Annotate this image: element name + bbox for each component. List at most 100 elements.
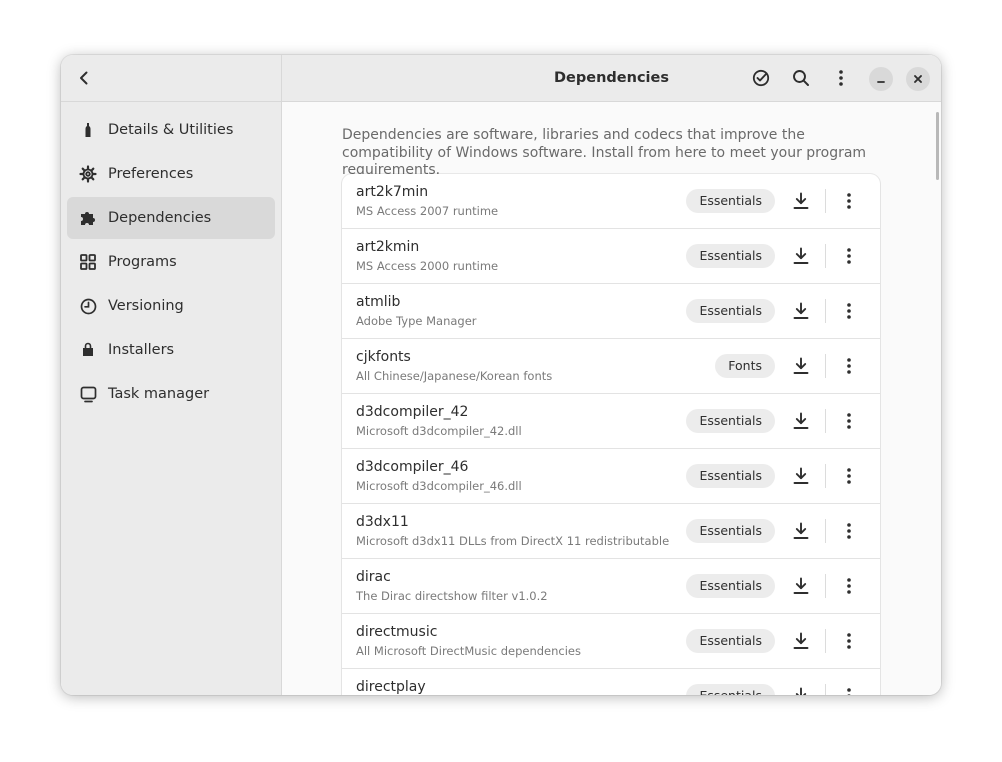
install-button[interactable]: [788, 573, 814, 599]
select-mode-button[interactable]: [746, 63, 776, 93]
download-icon: [793, 632, 809, 649]
dependency-description: All Microsoft DirectMusic dependencies: [356, 644, 581, 658]
dependency-description: Microsoft d3dx11 DLLs from DirectX 11 re…: [356, 534, 670, 548]
kebab-menu-icon: [847, 523, 851, 539]
install-button[interactable]: [788, 683, 814, 695]
main-menu-button[interactable]: [826, 63, 856, 93]
minimize-button[interactable]: [869, 67, 893, 91]
check-circle-icon: [752, 69, 770, 87]
divider: [825, 464, 826, 488]
sidebar-item-programs[interactable]: Programs: [67, 241, 275, 283]
sidebar-item-label: Details & Utilities: [108, 122, 234, 138]
dependency-row[interactable]: dirac The Dirac directshow filter v1.0.2…: [342, 559, 880, 614]
install-button[interactable]: [788, 518, 814, 544]
install-button[interactable]: [788, 408, 814, 434]
install-button[interactable]: [788, 463, 814, 489]
row-menu-button[interactable]: [836, 408, 862, 434]
category-badge: Essentials: [686, 574, 775, 598]
category-badge: Essentials: [686, 519, 775, 543]
dependency-description: Microsoft d3dcompiler_46.dll: [356, 479, 522, 493]
history-icon: [79, 297, 97, 315]
kebab-menu-icon: [847, 303, 851, 319]
kebab-menu-icon: [847, 578, 851, 594]
category-badge: Essentials: [686, 409, 775, 433]
dependency-name: d3dx11: [356, 514, 409, 530]
row-menu-button[interactable]: [836, 518, 862, 544]
install-button[interactable]: [788, 353, 814, 379]
search-button[interactable]: [786, 63, 816, 93]
dependency-name: directmusic: [356, 624, 438, 640]
sidebar-item-dependencies[interactable]: Dependencies: [67, 197, 275, 239]
sidebar-item-label: Dependencies: [108, 210, 212, 226]
gear-icon: [79, 165, 97, 183]
dependency-row[interactable]: cjkfonts All Chinese/Japanese/Korean fon…: [342, 339, 880, 394]
dependency-row[interactable]: directmusic All Microsoft DirectMusic de…: [342, 614, 880, 669]
dependency-name: d3dcompiler_46: [356, 459, 469, 475]
dependency-description: MS Access 2007 runtime: [356, 204, 499, 218]
row-menu-button[interactable]: [836, 353, 862, 379]
bottle-icon: [79, 121, 97, 139]
kebab-menu-icon: [847, 688, 851, 695]
divider: [825, 519, 826, 543]
dependency-row[interactable]: d3dx11 Microsoft d3dx11 DLLs from Direct…: [342, 504, 880, 559]
download-icon: [793, 467, 809, 484]
category-badge: Fonts: [715, 354, 775, 378]
dependency-row[interactable]: art2k7min MS Access 2007 runtime Essenti…: [342, 174, 880, 229]
install-button[interactable]: [788, 243, 814, 269]
close-button[interactable]: [906, 67, 930, 91]
sidebar-item-versioning[interactable]: Versioning: [67, 285, 275, 327]
sidebar-item-label: Preferences: [108, 166, 194, 182]
category-badge: Essentials: [686, 684, 775, 695]
dependency-row[interactable]: directplay Essentials: [342, 669, 880, 695]
category-badge: Essentials: [686, 189, 775, 213]
divider: [825, 354, 826, 378]
dependency-name: art2kmin: [356, 239, 420, 255]
install-button[interactable]: [788, 188, 814, 214]
monitor-icon: [79, 385, 97, 403]
download-icon: [793, 412, 809, 429]
row-menu-button[interactable]: [836, 188, 862, 214]
category-badge: Essentials: [686, 464, 775, 488]
divider: [825, 629, 826, 653]
row-menu-button[interactable]: [836, 463, 862, 489]
install-button[interactable]: [788, 298, 814, 324]
dependency-name: dirac: [356, 569, 391, 585]
dependency-description: MS Access 2000 runtime: [356, 259, 499, 273]
sidebar-item-label: Versioning: [108, 298, 184, 314]
sidebar-nav: Details & Utilities Preferences Dependen…: [61, 102, 281, 415]
dependency-name: cjkfonts: [356, 349, 411, 365]
sidebar-item-task-manager[interactable]: Task manager: [67, 373, 275, 415]
sidebar-item-preferences[interactable]: Preferences: [67, 153, 275, 195]
scrollbar-thumb[interactable]: [936, 112, 939, 180]
kebab-menu-icon: [847, 413, 851, 429]
dependency-row[interactable]: atmlib Adobe Type Manager Essentials: [342, 284, 880, 339]
category-badge: Essentials: [686, 244, 775, 268]
divider: [825, 299, 826, 323]
divider: [825, 684, 826, 695]
divider: [825, 409, 826, 433]
row-menu-button[interactable]: [836, 298, 862, 324]
sidebar-item-installers[interactable]: Installers: [67, 329, 275, 371]
sidebar-item-details-utilities[interactable]: Details & Utilities: [67, 109, 275, 151]
sidebar-item-label: Programs: [108, 254, 177, 270]
dependency-row[interactable]: d3dcompiler_42 Microsoft d3dcompiler_42.…: [342, 394, 880, 449]
row-menu-button[interactable]: [836, 628, 862, 654]
dependency-description: The Dirac directshow filter v1.0.2: [356, 589, 548, 603]
back-button[interactable]: [67, 61, 101, 95]
dependency-row[interactable]: d3dcompiler_46 Microsoft d3dcompiler_46.…: [342, 449, 880, 504]
dependency-name: d3dcompiler_42: [356, 404, 469, 420]
content-scroll-area[interactable]: Dependencies are software, libraries and…: [282, 102, 941, 695]
dependency-row[interactable]: art2kmin MS Access 2000 runtime Essentia…: [342, 229, 880, 284]
download-icon: [795, 687, 807, 695]
row-menu-button[interactable]: [836, 243, 862, 269]
puzzle-icon: [79, 209, 97, 227]
dependency-list: art2k7min MS Access 2007 runtime Essenti…: [342, 174, 880, 695]
dependency-name: directplay: [356, 679, 426, 695]
install-button[interactable]: [788, 628, 814, 654]
category-badge: Essentials: [686, 629, 775, 653]
row-menu-button[interactable]: [836, 683, 862, 695]
search-icon: [793, 70, 809, 86]
download-icon: [793, 577, 809, 594]
row-menu-button[interactable]: [836, 573, 862, 599]
category-badge: Essentials: [686, 299, 775, 323]
